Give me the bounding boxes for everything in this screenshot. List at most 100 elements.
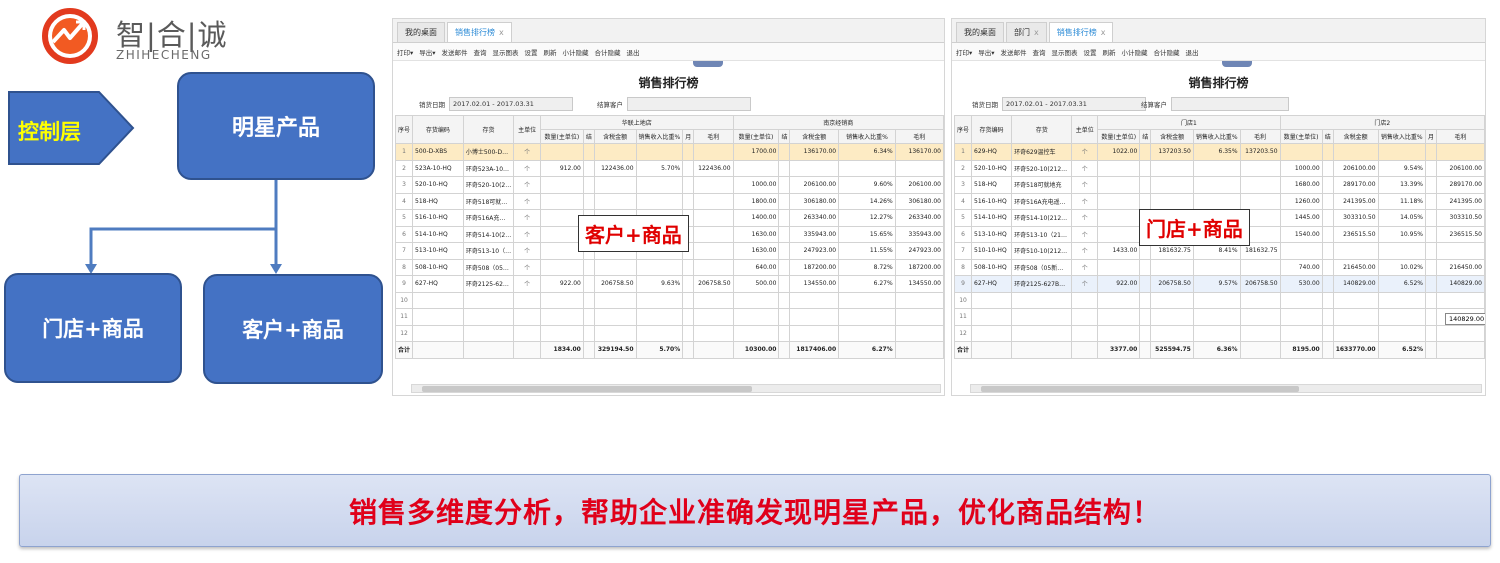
- table-cell[interactable]: [693, 176, 734, 194]
- table-cell[interactable]: [682, 275, 695, 293]
- horizontal-scrollbar[interactable]: [970, 384, 1482, 393]
- table-cell[interactable]: 6: [394, 225, 414, 243]
- table-cell[interactable]: [1097, 308, 1141, 326]
- table-cell[interactable]: [838, 324, 896, 342]
- table-cell[interactable]: 1: [394, 143, 414, 161]
- table-cell[interactable]: 640.00: [732, 258, 780, 276]
- table-cell[interactable]: [1424, 291, 1438, 309]
- table-cell[interactable]: [693, 209, 734, 227]
- table-cell[interactable]: 环奇518可就地充: [1011, 176, 1073, 194]
- table-cell[interactable]: 500.00: [732, 275, 780, 293]
- table-cell[interactable]: [1192, 192, 1241, 210]
- table-cell[interactable]: [1097, 291, 1141, 309]
- table-cell[interactable]: 环奇520-10(2…: [462, 176, 515, 194]
- table-cell[interactable]: [593, 291, 637, 309]
- table-cell[interactable]: [682, 291, 695, 309]
- table-cell[interactable]: [789, 324, 840, 342]
- table-cell[interactable]: [778, 192, 791, 210]
- table-cell[interactable]: [539, 209, 584, 227]
- refresh-button[interactable]: 刷新: [1103, 47, 1116, 57]
- table-cell[interactable]: 8195.00: [1279, 341, 1323, 359]
- table-cell[interactable]: [1150, 291, 1194, 309]
- table-cell[interactable]: 329194.50: [593, 341, 637, 359]
- table-cell[interactable]: [1239, 324, 1281, 342]
- table-cell[interactable]: 12: [394, 324, 414, 342]
- show-chart-button[interactable]: 显示图表: [1052, 47, 1078, 57]
- table-cell[interactable]: 环奇508（05新…: [1011, 258, 1073, 276]
- table-cell[interactable]: 247923.00: [789, 242, 840, 260]
- table-cell[interactable]: 335943.00: [789, 225, 840, 243]
- table-cell[interactable]: 9: [953, 275, 973, 293]
- party-filter-input[interactable]: [627, 96, 751, 111]
- export-button[interactable]: 导出▾: [978, 47, 994, 57]
- table-cell[interactable]: 6: [953, 225, 973, 243]
- table-cell[interactable]: 518-HQ: [412, 192, 464, 210]
- table-cell[interactable]: [693, 192, 734, 210]
- table-cell[interactable]: 216450.00: [1332, 258, 1379, 276]
- table-cell[interactable]: [971, 308, 1013, 326]
- table-cell[interactable]: 500-D-XBS: [412, 143, 464, 161]
- table-cell[interactable]: [1377, 291, 1426, 309]
- table-row[interactable]: 8 508-10-HQ 环奇508（05… 个 640.00 187200.00 8.72%…: [394, 258, 944, 276]
- table-cell[interactable]: [1279, 308, 1323, 326]
- table-cell[interactable]: [635, 324, 684, 342]
- table-row-empty[interactable]: 10: [394, 291, 944, 309]
- table-cell[interactable]: [1071, 308, 1099, 326]
- table-row[interactable]: 9 627-HQ 环奇2125-627B… 个 922.00 206758.50 9.57%…: [953, 275, 1485, 293]
- table-cell[interactable]: [1150, 159, 1194, 177]
- col-header[interactable]: 月: [1424, 129, 1438, 144]
- table-cell[interactable]: [1139, 159, 1152, 177]
- table-cell[interactable]: 个: [513, 176, 541, 194]
- table-cell[interactable]: 206758.50: [693, 275, 734, 293]
- table-cell[interactable]: [635, 308, 684, 326]
- table-cell[interactable]: 3: [953, 176, 973, 194]
- table-cell[interactable]: [582, 275, 595, 293]
- table-row-empty[interactable]: 10: [953, 291, 1485, 309]
- table-cell[interactable]: 合计: [394, 341, 414, 359]
- table-cell[interactable]: 6.27%: [838, 275, 896, 293]
- col-header[interactable]: 结: [778, 129, 791, 144]
- table-cell[interactable]: [1332, 242, 1379, 260]
- table-cell[interactable]: [1139, 143, 1152, 161]
- table-cell[interactable]: [1424, 143, 1438, 161]
- table-cell[interactable]: 247923.00: [894, 242, 944, 260]
- table-cell[interactable]: 289170.00: [1332, 176, 1379, 194]
- table-cell[interactable]: 6.34%: [838, 143, 896, 161]
- table-cell[interactable]: [1150, 308, 1194, 326]
- table-cell[interactable]: 516-10-HQ: [971, 192, 1013, 210]
- table-cell[interactable]: [778, 341, 791, 359]
- table-cell[interactable]: [582, 192, 595, 210]
- table-cell[interactable]: [539, 258, 584, 276]
- table-row[interactable]: 1 500-D-XBS 小博士500-D… 个 1700.00 136170.00 6.34…: [394, 143, 944, 161]
- table-cell[interactable]: [513, 341, 541, 359]
- table-cell[interactable]: 11.55%: [838, 242, 896, 260]
- col-header[interactable]: 毛利: [1239, 129, 1281, 144]
- table-cell[interactable]: 6.27%: [838, 341, 896, 359]
- table-cell[interactable]: [1150, 258, 1194, 276]
- table-cell[interactable]: 1834.00: [539, 341, 584, 359]
- table-cell[interactable]: 环奇2125-62…: [462, 275, 515, 293]
- table-cell[interactable]: 629-HQ: [971, 143, 1013, 161]
- table-cell[interactable]: [778, 324, 791, 342]
- table-cell[interactable]: 15.65%: [838, 225, 896, 243]
- table-cell[interactable]: [693, 242, 734, 260]
- table-cell[interactable]: [732, 291, 780, 309]
- table-row[interactable]: 4 516-10-HQ 环奇516A充电遥… 个 1260.00 241395.00 11.…: [953, 192, 1485, 210]
- table-cell[interactable]: 206758.50: [593, 275, 637, 293]
- table-cell[interactable]: 513-10-HQ: [412, 242, 464, 260]
- table-cell[interactable]: 236515.50: [1332, 225, 1379, 243]
- table-cell[interactable]: 环奇508（05…: [462, 258, 515, 276]
- table-cell[interactable]: [1332, 308, 1379, 326]
- table-cell[interactable]: [778, 258, 791, 276]
- table-row-empty[interactable]: 12: [394, 324, 944, 342]
- table-cell[interactable]: 136170.00: [894, 143, 944, 161]
- table-cell[interactable]: [635, 176, 684, 194]
- table-cell[interactable]: 525594.75: [1150, 341, 1194, 359]
- table-cell[interactable]: 263340.00: [894, 209, 944, 227]
- scrollbar-thumb[interactable]: [981, 386, 1299, 392]
- table-cell[interactable]: [539, 143, 584, 161]
- table-cell[interactable]: 10300.00: [732, 341, 780, 359]
- table-cell[interactable]: [894, 324, 944, 342]
- table-cell[interactable]: [894, 341, 944, 359]
- table-cell[interactable]: [1424, 308, 1438, 326]
